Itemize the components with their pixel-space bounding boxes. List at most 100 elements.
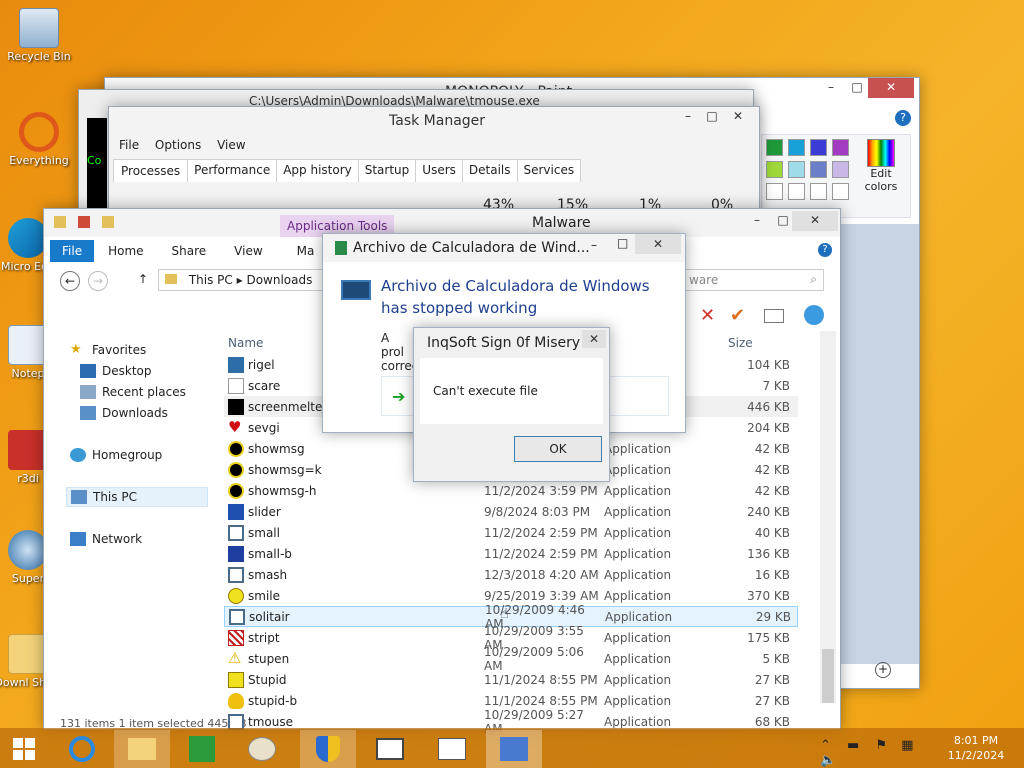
tab-app-history[interactable]: App history [276, 159, 359, 182]
windows-icon [13, 738, 35, 760]
color-swatch[interactable] [788, 183, 805, 200]
menu-file[interactable]: File [119, 138, 139, 152]
back-button[interactable]: ← [60, 271, 80, 291]
tab-details[interactable]: Details [461, 159, 518, 182]
crash-heading: Archivo de Calculadora de Windows has st… [381, 277, 650, 317]
desktop-icon-label: r3di [17, 472, 39, 485]
list-item[interactable]: Stupid 11/1/2024 8:55 PM Application 27 KB [224, 669, 798, 690]
breadcrumb-downloads[interactable]: Downloads [246, 273, 312, 287]
misery-dialog[interactable]: InqSoft Sign 0f Misery ✕ Can't execute f… [413, 327, 610, 482]
minimize-button[interactable]: – [591, 238, 597, 252]
color-swatch[interactable] [810, 139, 827, 156]
color-swatch[interactable] [810, 161, 827, 178]
vertical-scrollbar[interactable] [820, 331, 836, 703]
color-swatch[interactable] [766, 161, 783, 178]
chevron-up-icon[interactable]: ⌃ [820, 738, 831, 753]
list-item[interactable]: slider 9/8/2024 8:03 PM Application 240 KB [224, 501, 798, 522]
nav-network[interactable]: Network [70, 532, 142, 546]
desktop-icon-label: Recycle Bin [7, 50, 71, 63]
ribbon-tab-share[interactable]: Share [172, 244, 207, 258]
tab-processes[interactable]: Processes [113, 159, 189, 182]
clock[interactable]: 8:01 PM 11/2/2024 [946, 733, 1006, 763]
taskbar-store[interactable] [174, 730, 230, 768]
color-swatch[interactable] [832, 183, 849, 200]
desktop-icon-label: Super [11, 572, 45, 585]
up-button[interactable]: ↑ [138, 272, 148, 286]
tab-services[interactable]: Services [516, 159, 582, 182]
zoom-in-icon[interactable]: + [875, 662, 891, 678]
tab-users[interactable]: Users [415, 159, 463, 182]
desktop-icon-recycle-bin[interactable]: Recycle Bin [3, 8, 75, 63]
close-button[interactable]: ✕ [792, 211, 838, 231]
edit-colors-button[interactable]: Edit colors [858, 139, 904, 193]
ok-button[interactable]: OK [514, 436, 602, 462]
delete-icon[interactable]: ✕ [700, 305, 715, 326]
flag-icon[interactable]: ⚑ [875, 738, 887, 753]
scroll-thumb[interactable] [822, 649, 834, 703]
taskbar-explorer[interactable] [114, 730, 170, 768]
search-input[interactable]: ware ⌕ [682, 269, 824, 291]
crash-body: A prol correc [381, 331, 419, 373]
color-swatch[interactable] [766, 183, 783, 200]
window-icon[interactable] [764, 309, 784, 323]
network-icon[interactable]: ▦ [901, 738, 913, 753]
maximize-button[interactable]: □ [617, 236, 628, 250]
nav-favorites[interactable]: ★ Favorites [70, 343, 146, 357]
close-button[interactable]: ✕ [635, 234, 681, 254]
nav-recent-places[interactable]: Recent places [80, 385, 186, 399]
app-icon [228, 356, 244, 373]
column-header-size[interactable]: Size [728, 336, 753, 350]
taskbar-uac[interactable] [300, 730, 356, 768]
list-item[interactable]: showmsg-h 11/2/2024 3:59 PM Application 42 … [224, 480, 798, 501]
nav-desktop[interactable]: Desktop [80, 364, 152, 378]
runner-icon [228, 545, 244, 562]
breadcrumb-this-pc[interactable]: This PC [189, 273, 233, 287]
task-manager-titlebar[interactable]: Task Manager [109, 107, 759, 135]
color-swatch[interactable] [832, 139, 849, 156]
taskbar-malware-app[interactable] [486, 730, 542, 768]
color-swatch[interactable] [766, 139, 783, 156]
color-swatch[interactable] [788, 139, 805, 156]
close-button[interactable]: ✕ [868, 78, 914, 98]
globe-icon[interactable] [804, 305, 824, 325]
list-item[interactable]: ⚠ stupen 10/29/2009 5:06 AM Application 5 KB [224, 645, 798, 673]
ribbon-tab-home[interactable]: Home [108, 244, 143, 258]
menu-view[interactable]: View [217, 138, 245, 152]
taskbar-paint[interactable] [234, 730, 290, 768]
list-item[interactable]: smash 12/3/2018 4:20 AM Application 16 KB [224, 564, 798, 585]
close-button[interactable]: ✕ [582, 330, 606, 348]
checkmark-icon[interactable]: ✔ [730, 305, 745, 326]
nav-this-pc[interactable]: This PC [66, 487, 208, 507]
breadcrumb[interactable]: This PC ▸ Downloads [158, 269, 328, 291]
taskbar-console[interactable] [362, 730, 418, 768]
list-item[interactable]: small-b 11/2/2024 2:59 PM Application 136 K… [224, 543, 798, 564]
column-header-name[interactable]: Name [228, 336, 263, 350]
nav-downloads[interactable]: Downloads [80, 406, 168, 420]
close-button[interactable]: ✕ [715, 107, 761, 127]
task-manager-window[interactable]: Task Manager – □ ✕ File Options View Pro… [108, 106, 760, 216]
help-icon[interactable]: ? [818, 243, 832, 257]
nav-homegroup[interactable]: Homegroup [70, 448, 162, 462]
list-item[interactable]: small 11/2/2024 2:59 PM Application 40 KB [224, 522, 798, 543]
color-swatch[interactable] [810, 183, 827, 200]
volume-muted-icon[interactable]: 🔈 [820, 753, 836, 768]
downloads-icon [80, 406, 96, 420]
action-center-icon[interactable]: ▬ [847, 738, 859, 753]
tab-startup[interactable]: Startup [357, 159, 417, 182]
desktop-icon-everything[interactable]: Everything [3, 112, 75, 167]
misery-message: Can't execute file [433, 384, 538, 398]
ribbon-tab-manage[interactable]: Ma [297, 244, 315, 258]
quick-access-icons[interactable] [54, 216, 134, 230]
taskbar-task-manager[interactable] [424, 730, 480, 768]
help-icon[interactable]: ? [895, 110, 911, 126]
forward-button[interactable]: → [88, 271, 108, 291]
ribbon-tab-view[interactable]: View [234, 244, 262, 258]
menu-options[interactable]: Options [155, 138, 201, 152]
tab-performance[interactable]: Performance [187, 159, 278, 182]
folder-icon [128, 738, 156, 760]
start-button[interactable] [0, 730, 48, 768]
taskbar-ie[interactable] [54, 730, 110, 768]
ribbon-tab-file[interactable]: File [50, 240, 95, 262]
color-swatch[interactable] [788, 161, 805, 178]
color-swatch[interactable] [832, 161, 849, 178]
